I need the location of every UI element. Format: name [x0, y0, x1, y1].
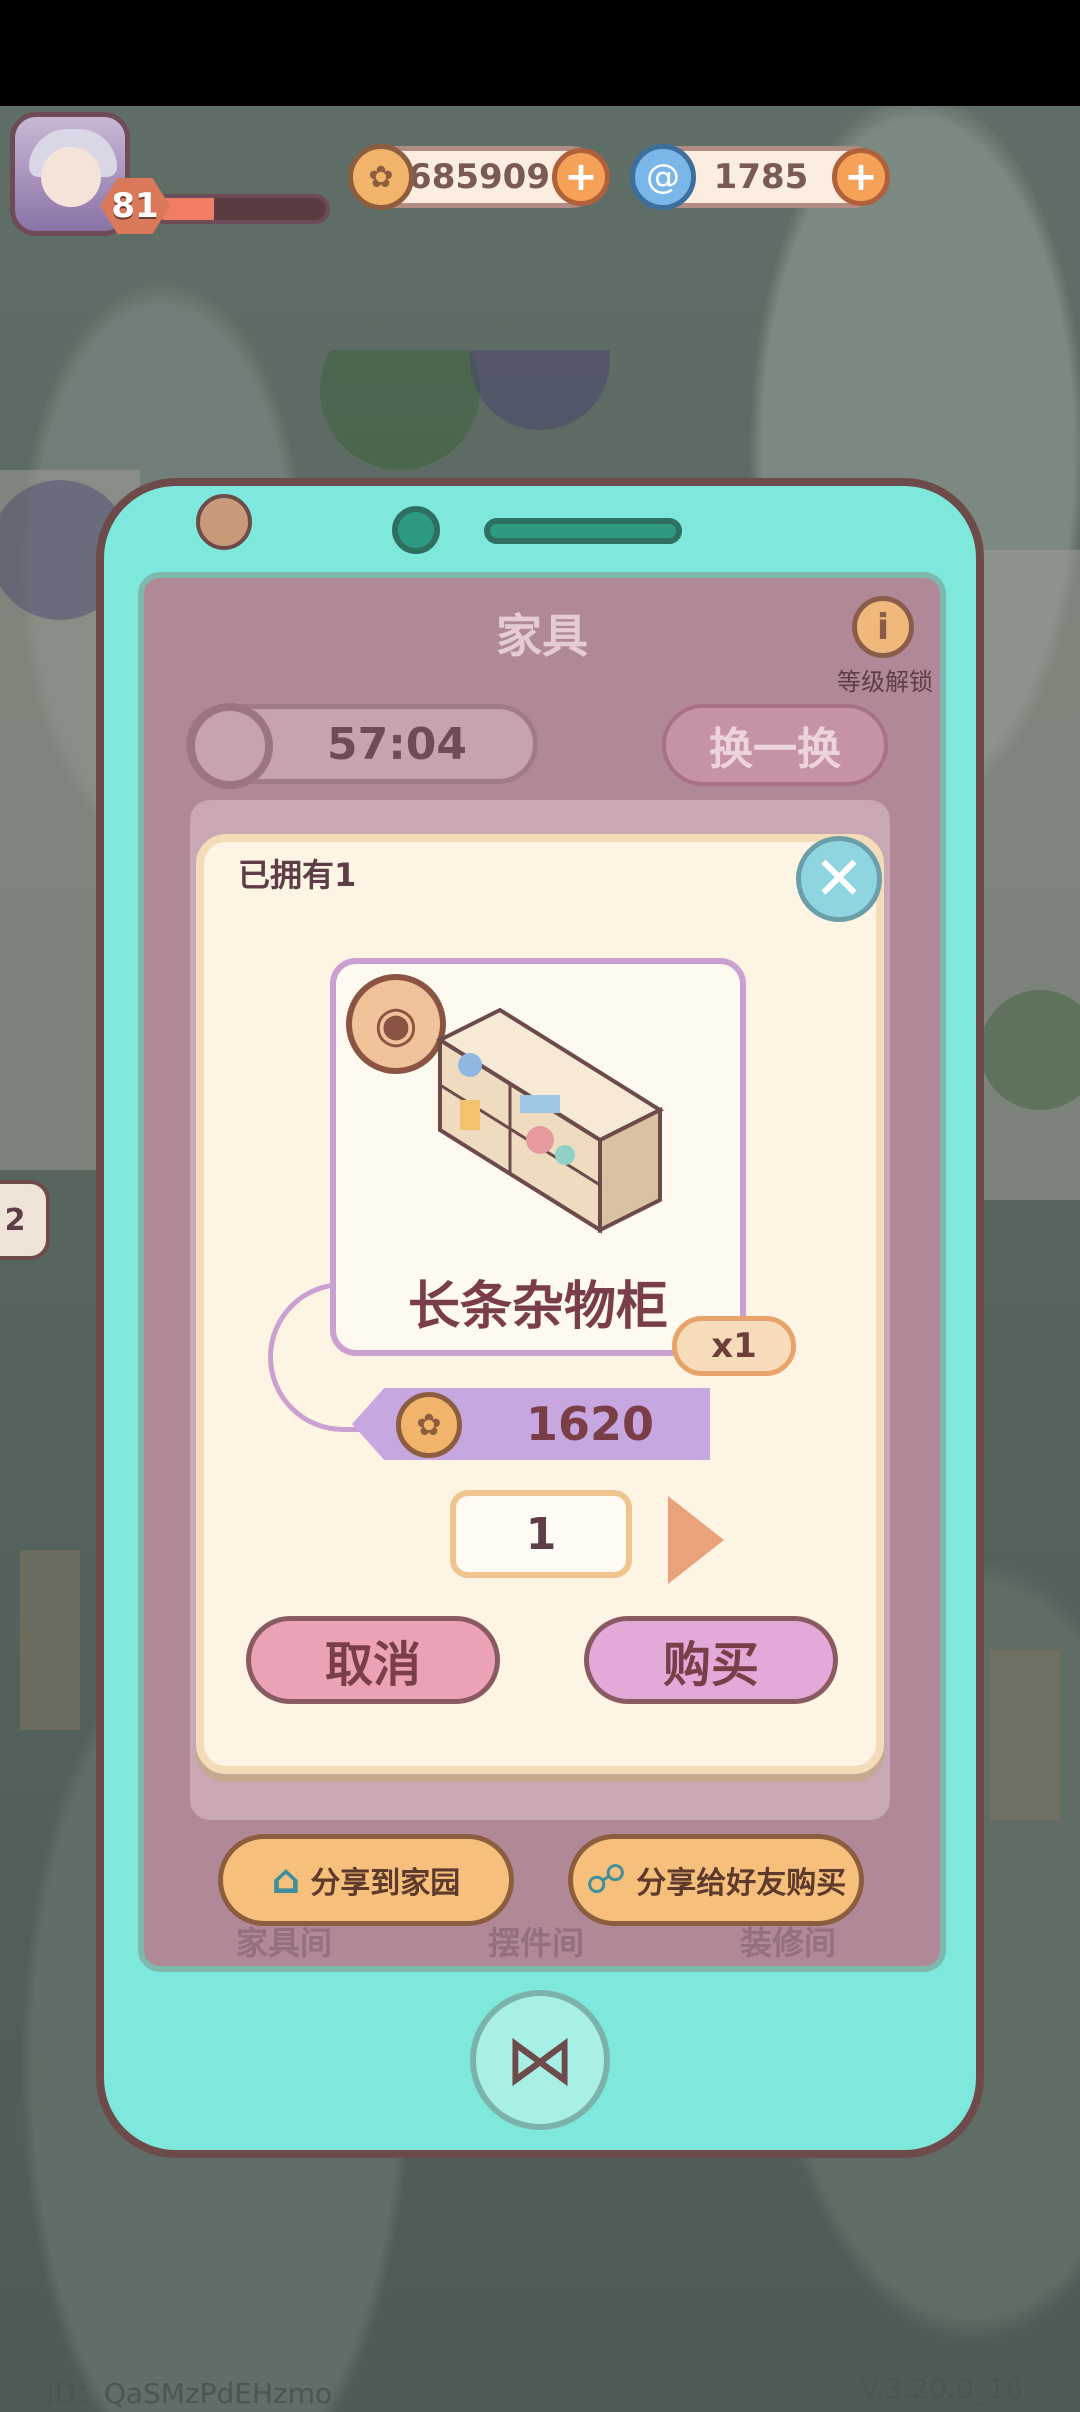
increase-quantity-arrow-icon[interactable] [668, 1496, 724, 1584]
add-coins-button[interactable]: + [552, 148, 610, 206]
clock-icon [187, 703, 273, 789]
player-id: ID：QaSMzPdEHzmo [46, 2377, 333, 2410]
share-to-friend-button[interactable]: ☍ 分享给好友购买 [568, 1834, 864, 1926]
bow-home-button[interactable]: ⋈ [470, 1990, 610, 2130]
bell-icon [196, 494, 252, 550]
swirl-gem-icon: @ [630, 144, 696, 210]
level-unlock-label[interactable]: 等级解锁 [810, 662, 960, 697]
level-badge: 81 [100, 178, 170, 234]
panel-title: 家具 [496, 609, 588, 663]
quantity-input[interactable]: 1 [450, 1490, 632, 1578]
side-counter-badge: 2 [0, 1180, 50, 1260]
buy-button[interactable]: 购买 [584, 1616, 838, 1704]
phone-camera [392, 506, 440, 554]
share-friend-icon: ☍ [585, 1857, 627, 1903]
swap-button[interactable]: 换一换 [662, 704, 888, 786]
status-bar [0, 0, 1080, 106]
stock-tag: x1 [672, 1316, 796, 1376]
gem-amount: 1785 [713, 157, 809, 197]
tab-ornament-room[interactable]: 摆件间 [488, 1918, 584, 1964]
xp-bar [150, 194, 330, 224]
timer-text: 57:04 [326, 718, 468, 770]
level-number: 81 [111, 186, 159, 226]
price-value: 1620 [525, 1397, 655, 1451]
share-icon: ⌂ [271, 1857, 301, 1903]
tab-decoration-room[interactable]: 装修间 [740, 1918, 836, 1964]
refresh-timer: 57:04 [186, 703, 538, 789]
coin-amount: 685909 [408, 157, 550, 197]
close-icon[interactable]: ✕ [796, 836, 882, 922]
cabinet-image [435, 1007, 665, 1234]
info-icon[interactable]: i [852, 596, 914, 658]
phone-speaker [484, 518, 682, 544]
cancel-button[interactable]: 取消 [246, 1616, 500, 1704]
price-coin-icon [396, 1392, 462, 1458]
add-gems-button[interactable]: + [832, 148, 890, 206]
owned-count: 已拥有1 [238, 856, 357, 894]
tab-furniture-room[interactable]: 家具间 [236, 1918, 332, 1964]
share-to-home-button[interactable]: ⌂ 分享到家园 [218, 1834, 514, 1926]
version-label: V.3.20.0_16 [860, 2372, 1024, 2405]
coin-icon [348, 144, 414, 210]
